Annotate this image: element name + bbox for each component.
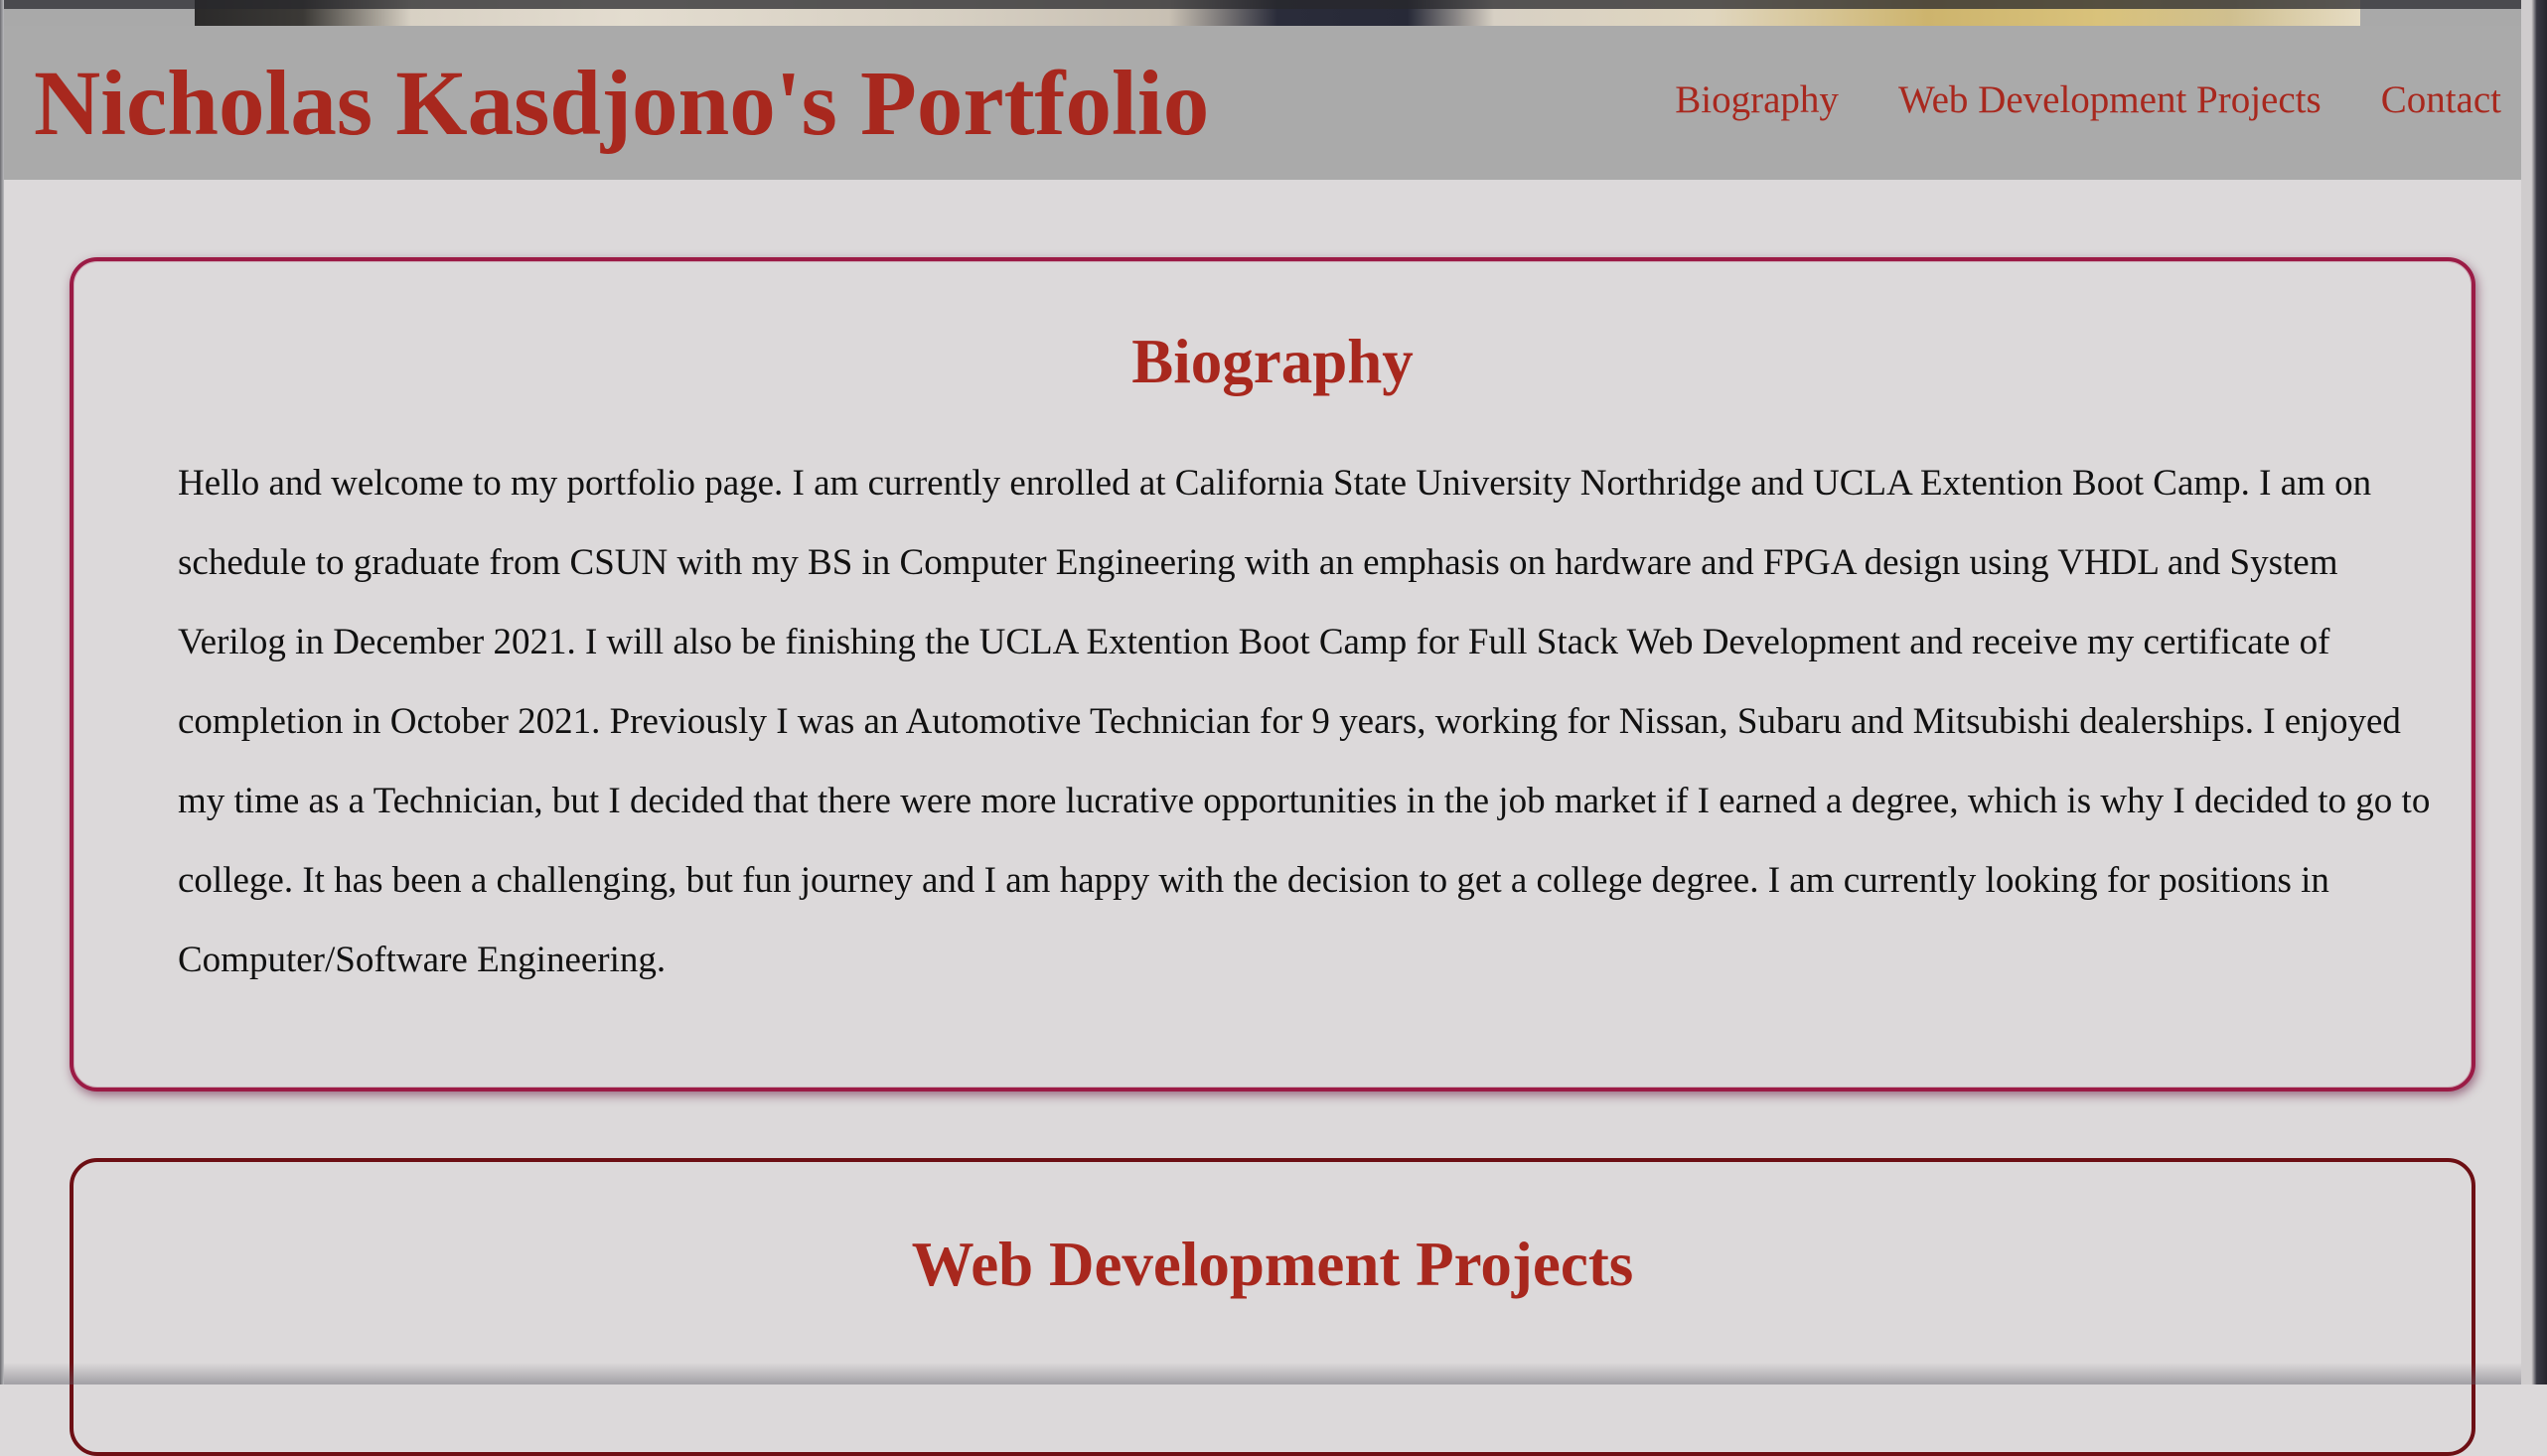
web-development-projects-section: Web Development Projects	[70, 1158, 2475, 1456]
window-edge-left	[0, 0, 4, 1384]
biography-text: Hello and welcome to my portfolio page. …	[178, 463, 2431, 980]
hero-photo	[195, 0, 2360, 26]
site-title: Nicholas Kasdjono's Portfolio	[34, 53, 1210, 155]
window-edge-right	[2521, 0, 2547, 1384]
nav-link-biography[interactable]: Biography	[1675, 77, 1839, 124]
main-nav: Biography Web Development Projects Conta…	[1615, 77, 2501, 124]
site-header: Nicholas Kasdjono's Portfolio Biography …	[4, 26, 2521, 180]
hero-image-strip	[4, 0, 2521, 26]
nav-link-contact[interactable]: Contact	[2381, 77, 2501, 124]
projects-heading: Web Development Projects	[911, 1230, 1634, 1299]
biography-section: Biography Hello and welcome to my portfo…	[70, 257, 2475, 1092]
biography-heading: Biography	[1131, 327, 1414, 396]
bottom-shade	[0, 1363, 2547, 1384]
nav-link-web-development-projects[interactable]: Web Development Projects	[1898, 77, 2322, 124]
